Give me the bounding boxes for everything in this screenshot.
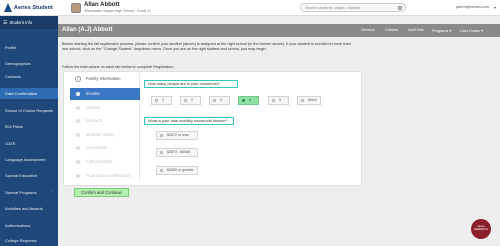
student-title-bar: Allan (A.J) Abbott General Contact Add'l… bbox=[58, 24, 500, 37]
radio-icon bbox=[242, 99, 245, 102]
search-input[interactable]: Search students, pages, classes bbox=[300, 3, 406, 12]
income-option-high[interactable]: $4089 or greater bbox=[156, 166, 198, 175]
sidebar-item-special-programs[interactable]: Special Programs › bbox=[0, 187, 58, 198]
sidebar-item-activities-awards[interactable]: Activities and Awards bbox=[0, 203, 58, 214]
sidebar-item-contacts[interactable]: Contacts bbox=[0, 71, 58, 82]
nav-general[interactable]: General bbox=[361, 28, 375, 32]
aeries-logo-icon bbox=[4, 3, 12, 12]
step-income[interactable]: Income bbox=[70, 88, 140, 100]
monthly-income-question: What is your total monthly household inc… bbox=[144, 117, 234, 125]
nav-user-codes[interactable]: User Codes ▾ bbox=[460, 28, 483, 33]
radio-icon bbox=[160, 151, 163, 154]
household-option-4[interactable]: 4 bbox=[238, 96, 259, 105]
radio-icon bbox=[213, 99, 216, 102]
student-school: Sweetwater Magan High School - Grade 11 bbox=[84, 9, 152, 13]
nav-programs[interactable]: Programs ▾ bbox=[432, 28, 451, 33]
top-bar: Aeries Student Allan Abbott Sweetwater M… bbox=[0, 0, 500, 16]
household-option-3[interactable]: 3 bbox=[209, 96, 230, 105]
step-dot-icon bbox=[76, 174, 80, 178]
radio-icon bbox=[160, 169, 163, 172]
household-option-2[interactable]: 2 bbox=[180, 96, 201, 105]
radio-icon bbox=[301, 99, 304, 102]
household-option-more[interactable]: More bbox=[297, 96, 321, 105]
household-option-1[interactable]: 1 bbox=[151, 96, 172, 105]
sidebar-item-special-education[interactable]: Special Education bbox=[0, 170, 58, 181]
student-header[interactable]: Allan Abbott Sweetwater Magan High Schoo… bbox=[84, 2, 151, 14]
sidebar-item-demographics[interactable]: Demographics bbox=[0, 58, 58, 69]
user-menu[interactable]: parent@aeries.com bbox=[456, 5, 489, 9]
step-medical-history[interactable]: Medical History bbox=[70, 129, 140, 141]
step-student[interactable]: Student bbox=[70, 102, 140, 114]
sidebar-item-college-requests[interactable]: College Requests bbox=[0, 235, 58, 246]
sidebar-item-gate[interactable]: GATE bbox=[0, 138, 58, 149]
search-placeholder: Search students, pages, classes bbox=[305, 6, 360, 10]
sidebar: ☰ Student Info Profile Demographics Cont… bbox=[0, 16, 58, 246]
sidebar-item-school-of-choice[interactable]: School of Choice Requests bbox=[0, 105, 58, 116]
aeries-logo[interactable]: Aeries Student bbox=[4, 3, 53, 12]
step-dot-icon bbox=[76, 106, 80, 110]
nav-contact[interactable]: Contact bbox=[385, 28, 398, 32]
income-option-mid[interactable]: $2873 - $4088 bbox=[156, 148, 198, 157]
step-dot-icon bbox=[76, 146, 80, 150]
sidebar-item-language-assessment[interactable]: Language Assessment bbox=[0, 154, 58, 165]
sidebar-item-504-plans[interactable]: 504 Plans bbox=[0, 121, 58, 132]
instructions-follow: Follow the instructions on each tab belo… bbox=[62, 65, 175, 69]
household-size-question: How many people are in your household? bbox=[144, 80, 238, 88]
instructions-text: Before starting the fall registration pr… bbox=[62, 42, 351, 52]
page-title: Allan (A.J) Abbott bbox=[62, 27, 113, 33]
step-dot-icon bbox=[76, 133, 80, 137]
check-icon: ✓ bbox=[75, 76, 81, 82]
search-icon[interactable] bbox=[398, 5, 402, 10]
step-family-information[interactable]: ✓ Family Information bbox=[70, 73, 140, 85]
menu-icon[interactable]: ☰ bbox=[3, 20, 7, 26]
sidebar-section-title: Student Info bbox=[9, 20, 33, 25]
sidebar-item-data-confirmation[interactable]: Data Confirmation bbox=[0, 88, 58, 99]
nav-addl-info[interactable]: Add'l Info bbox=[408, 28, 424, 32]
household-option-5[interactable]: 5 bbox=[268, 96, 289, 105]
logo-text: Aeries Student bbox=[14, 4, 53, 11]
radio-icon bbox=[160, 134, 163, 137]
radio-icon bbox=[155, 99, 158, 102]
step-contacts[interactable]: Contacts bbox=[70, 115, 140, 127]
step-dot-icon bbox=[76, 160, 80, 164]
confirm-and-continue-button[interactable]: Confirm and Continue bbox=[74, 188, 129, 197]
step-dot-icon bbox=[76, 92, 80, 96]
chevron-down-icon[interactable]: ▾ bbox=[494, 5, 496, 10]
step-documents[interactable]: Documents bbox=[70, 142, 140, 154]
chevron-right-icon: › bbox=[52, 190, 54, 194]
radio-icon bbox=[184, 99, 187, 102]
radio-icon bbox=[272, 99, 275, 102]
sidebar-item-profile[interactable]: Profile bbox=[0, 42, 58, 53]
feedback-button[interactable]: Aeries FEEDBACK bbox=[471, 219, 491, 239]
sidebar-item-authorizations[interactable]: Authorizations bbox=[0, 220, 58, 231]
income-option-low[interactable]: $2872 or less bbox=[156, 131, 198, 140]
sidebar-header[interactable]: ☰ Student Info bbox=[0, 16, 58, 29]
student-name: Allan Abbott bbox=[84, 2, 120, 8]
step-final-data-confirmation[interactable]: Final Data Confirmation bbox=[70, 170, 140, 182]
step-dot-icon bbox=[76, 119, 80, 123]
registration-steps: ✓ Family Information Income Student Cont… bbox=[70, 73, 140, 181]
step-authorizations[interactable]: Authorizations bbox=[70, 156, 140, 168]
student-avatar[interactable] bbox=[71, 3, 81, 13]
